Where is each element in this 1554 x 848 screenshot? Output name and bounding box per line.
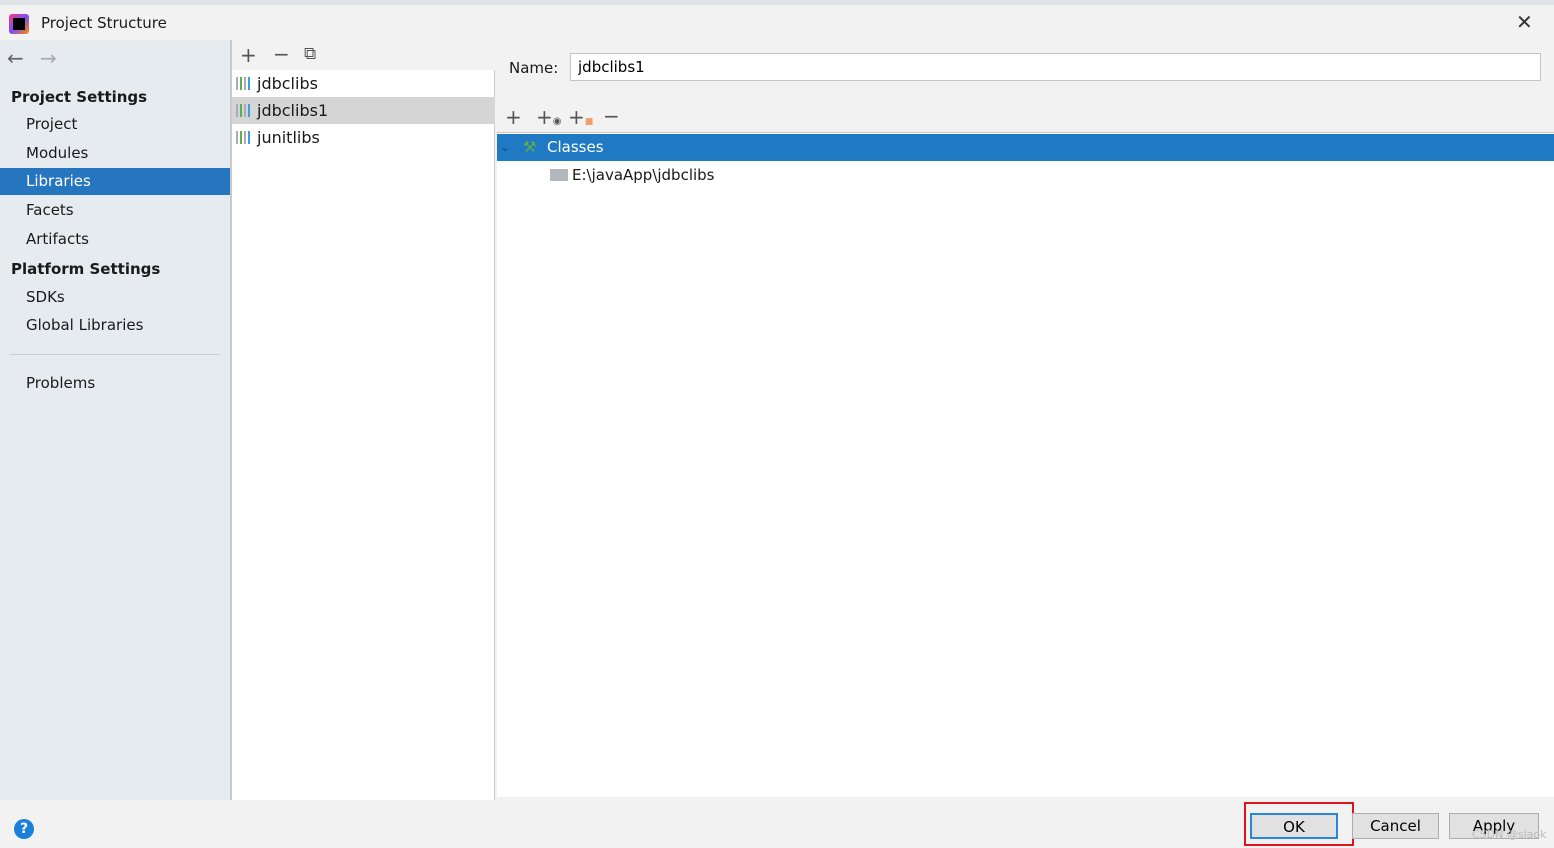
name-label: Name: — [509, 59, 559, 77]
library-icon — [236, 131, 252, 144]
hammer-icon: ⚒ — [523, 138, 537, 156]
library-name: junitlibs — [257, 128, 320, 147]
section-project-settings: Project Settings — [11, 88, 148, 106]
sidebar-item-global-libraries[interactable]: Global Libraries — [0, 312, 230, 339]
sidebar-item-problems[interactable]: Problems — [0, 370, 230, 397]
library-icon — [236, 104, 252, 117]
section-platform-settings: Platform Settings — [11, 260, 161, 278]
footer: ? OK Cancel Apply CSDN @slaok — [0, 800, 1554, 848]
forward-arrow-icon[interactable]: → — [40, 46, 57, 70]
window-title: Project Structure — [41, 14, 167, 32]
classes-tree-node[interactable]: ⌄ ⚒ Classes — [497, 134, 1554, 161]
sidebar-item-libraries[interactable]: Libraries — [0, 168, 230, 195]
list-toolbar: + − ⧉ — [232, 40, 495, 70]
chevron-down-icon[interactable]: ⌄ — [500, 134, 510, 161]
divider — [10, 354, 220, 355]
library-name: jdbclibs1 — [257, 101, 329, 120]
library-name: jdbclibs — [257, 74, 318, 93]
libraries-list-panel: + − ⧉ jdbclibs jdbclibs1 junitlibs — [232, 40, 495, 800]
add-folder-icon[interactable]: +■ — [568, 107, 593, 132]
add-url-icon[interactable]: +◉ — [536, 107, 562, 132]
title-bar: Project Structure ✕ — [0, 5, 1554, 40]
classes-label: Classes — [547, 138, 604, 156]
close-icon[interactable]: ✕ — [1516, 10, 1533, 34]
path-label: E:\javaApp\jdbclibs — [572, 166, 715, 184]
back-arrow-icon[interactable]: ← — [7, 46, 24, 70]
add-icon[interactable]: + — [240, 45, 257, 65]
cancel-button[interactable]: Cancel — [1352, 813, 1439, 839]
watermark: CSDN @slaok — [1472, 828, 1547, 841]
sidebar-item-modules[interactable]: Modules — [0, 140, 230, 167]
library-item[interactable]: jdbclibs — [232, 70, 495, 97]
sidebar-item-artifacts[interactable]: Artifacts — [0, 226, 230, 253]
sidebar-item-facets[interactable]: Facets — [0, 197, 230, 224]
remove-icon[interactable]: − — [273, 44, 290, 64]
name-input[interactable] — [570, 53, 1541, 81]
library-detail-panel: Name: + +◉ +■ − ⌄ ⚒ Classes E:\javaApp\j… — [497, 40, 1554, 797]
sidebar: ← → Project Settings Project Modules Lib… — [0, 40, 230, 800]
copy-icon[interactable]: ⧉ — [304, 44, 316, 64]
library-icon — [236, 77, 252, 90]
class-root-path[interactable]: E:\javaApp\jdbclibs — [550, 164, 715, 186]
roots-toolbar: + +◉ +■ − — [497, 102, 1554, 133]
library-item[interactable]: jdbclibs1 — [232, 97, 495, 124]
remove-icon[interactable]: − — [603, 106, 620, 126]
folder-icon — [550, 169, 568, 181]
sidebar-item-project[interactable]: Project — [0, 111, 230, 138]
intellij-logo-icon — [9, 14, 29, 34]
sidebar-item-sdks[interactable]: SDKs — [0, 284, 230, 311]
help-icon[interactable]: ? — [14, 819, 34, 839]
add-icon[interactable]: + — [505, 107, 522, 127]
library-item[interactable]: junitlibs — [232, 124, 495, 151]
ok-button[interactable]: OK — [1250, 813, 1338, 839]
name-bar: Name: — [497, 40, 1554, 102]
